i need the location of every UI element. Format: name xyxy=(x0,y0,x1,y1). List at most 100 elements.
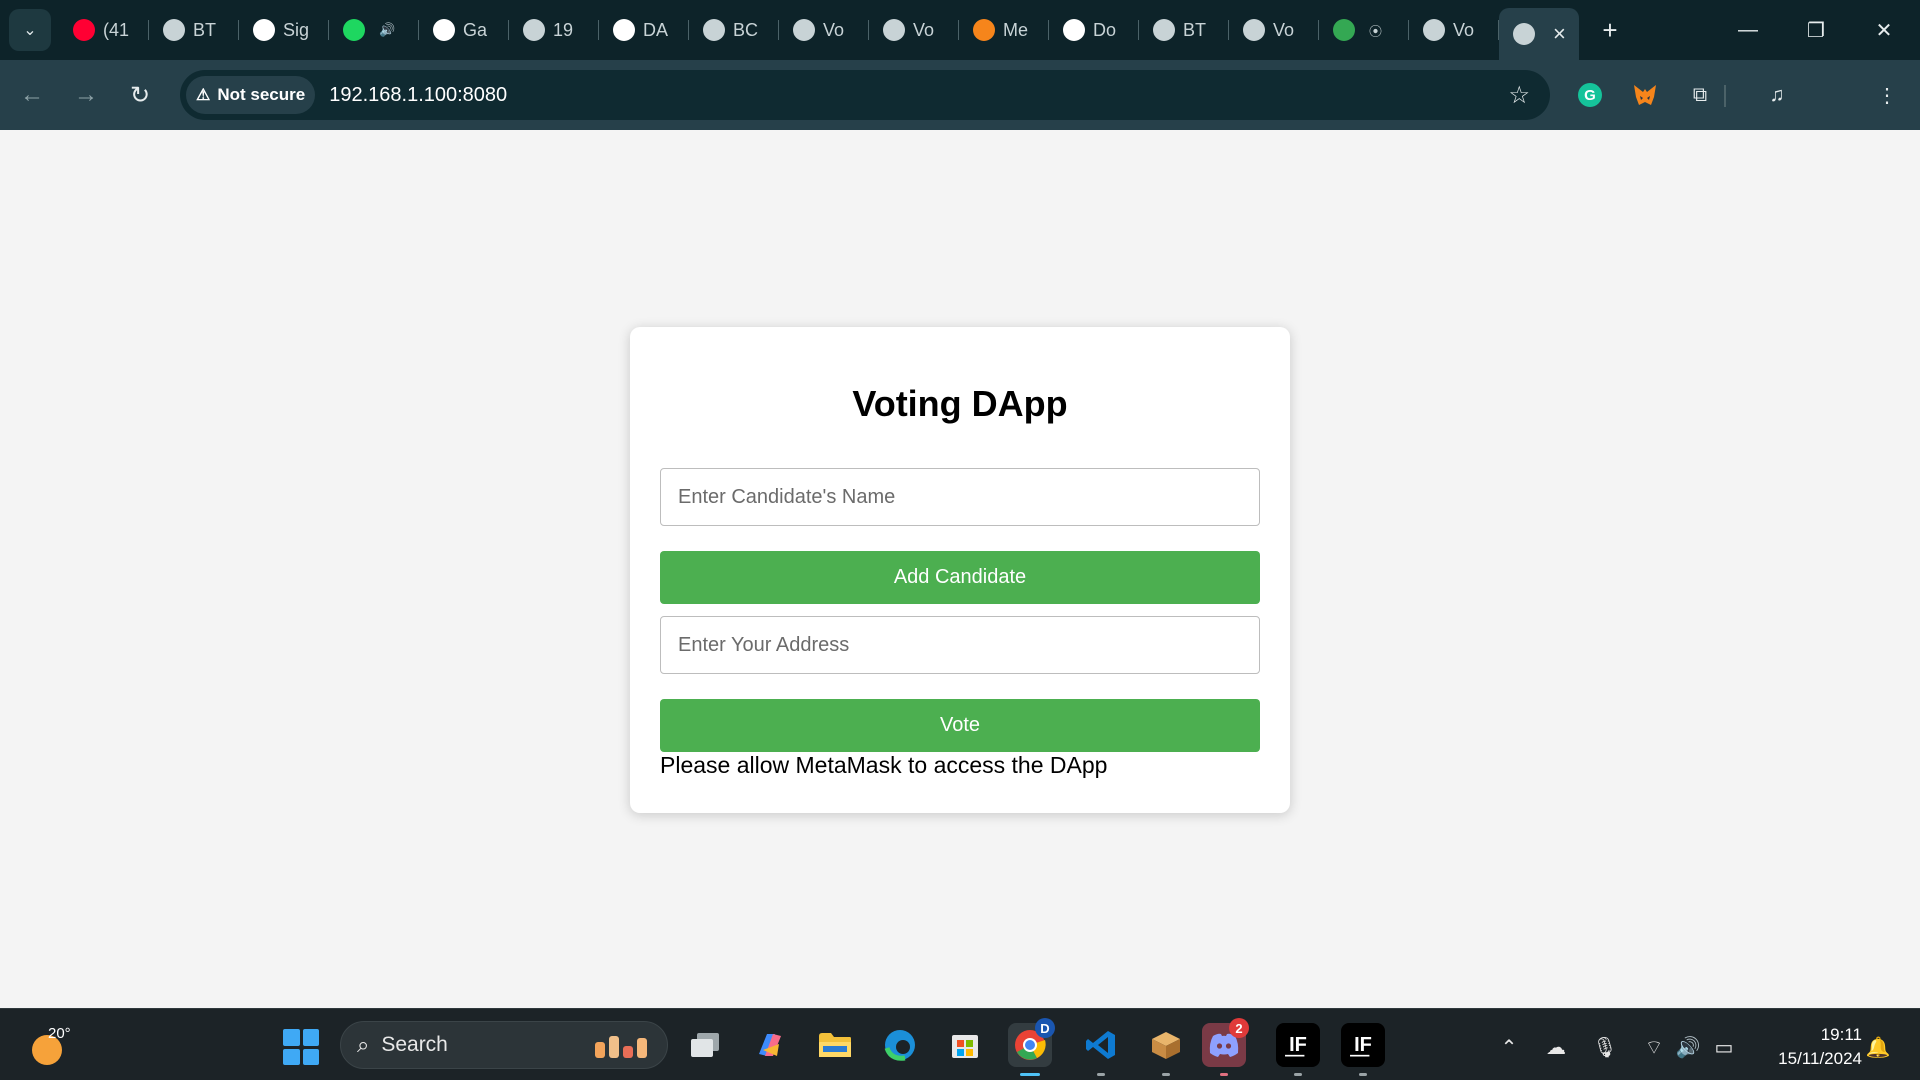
address-bar[interactable]: ⚠ Not secure 192.168.1.100:8080 ☆ xyxy=(180,70,1550,120)
search-highlight-icon xyxy=(595,1034,653,1058)
windows-logo-pane xyxy=(283,1029,300,1046)
menu-kebab-icon[interactable]: ⋮ xyxy=(1872,80,1902,110)
browser-tab[interactable]: Sig xyxy=(239,8,329,52)
browser-tab[interactable]: (41 xyxy=(59,8,149,52)
browser-tab[interactable]: Do xyxy=(1049,8,1139,52)
tab-title: BC xyxy=(733,19,759,40)
globe-icon xyxy=(163,19,185,41)
microsoft-store-icon[interactable] xyxy=(943,1023,987,1067)
tab-status-icon: ⦿ xyxy=(1369,23,1383,39)
globe-icon xyxy=(1243,19,1265,41)
browser-tab[interactable]: DA xyxy=(599,8,689,52)
browser-tab[interactable]: ⦿ xyxy=(1319,8,1409,52)
search-icon: ⌕ xyxy=(357,1032,370,1057)
close-icon: ✕ xyxy=(1875,19,1893,42)
browser-tab[interactable]: Vo xyxy=(1409,8,1499,52)
task-view-icon[interactable] xyxy=(683,1023,727,1067)
taskbar: 20° ⌕ Search D 2 I͟F I͟F ⌃ ☁ 🎙 ⌔ 🔊 ▭ 19:… xyxy=(0,1008,1920,1080)
running-indicator xyxy=(1359,1073,1367,1076)
terminal-app-icon-2[interactable]: I͟F xyxy=(1341,1023,1385,1076)
vote-button[interactable]: Vote xyxy=(660,699,1260,752)
wifi-icon[interactable]: ⌔ xyxy=(1640,1033,1668,1061)
plus-icon: + xyxy=(1602,14,1618,45)
taskbar-search-box[interactable]: ⌕ Search xyxy=(340,1021,668,1069)
globe-icon xyxy=(703,19,725,41)
restore-icon: ❐ xyxy=(1807,19,1825,42)
minimize-button[interactable]: — xyxy=(1716,0,1780,60)
onedrive-offline-icon[interactable]: ☁ xyxy=(1542,1033,1570,1061)
weather-widget[interactable]: 20° xyxy=(28,1023,71,1065)
back-button[interactable]: ← xyxy=(14,77,50,113)
package-app-icon[interactable] xyxy=(1144,1023,1188,1076)
taskbar-search-label: Search xyxy=(381,1033,448,1056)
browser-tab[interactable]: Vo xyxy=(1229,8,1319,52)
new-tab-button[interactable]: + xyxy=(1595,15,1625,46)
tab-title: Vo xyxy=(1453,19,1475,40)
close-tab-icon[interactable]: × xyxy=(1553,21,1566,47)
chrome-profile-badge: D xyxy=(1035,1018,1055,1038)
page-title: Voting DApp xyxy=(852,383,1068,424)
minimize-icon: — xyxy=(1738,18,1758,41)
browser-tab[interactable]: 19 xyxy=(509,8,599,52)
terminal-logo-icon: I͟F xyxy=(1354,1033,1372,1056)
terminal-app-icon[interactable]: I͟F xyxy=(1276,1023,1320,1076)
tab-title: Vo xyxy=(823,19,845,40)
battery-icon[interactable]: ▭ xyxy=(1710,1033,1738,1061)
taskbar-clock[interactable]: 19:11 15/11/2024 xyxy=(1752,1023,1862,1071)
tab-title: BT xyxy=(193,19,217,40)
candidate-name-input[interactable] xyxy=(660,468,1260,526)
browser-tab[interactable]: BT xyxy=(149,8,239,52)
security-chip[interactable]: ⚠ Not secure xyxy=(186,76,316,114)
browser-tab[interactable]: Ga xyxy=(419,8,509,52)
chevron-down-icon: ⌄ xyxy=(23,22,37,39)
browser-tab[interactable]: Me xyxy=(959,8,1049,52)
browser-tab[interactable]: Vo xyxy=(869,8,959,52)
extensions-puzzle-icon[interactable]: ⧉ xyxy=(1685,80,1715,110)
running-indicator xyxy=(1294,1073,1302,1076)
browser-tab[interactable]: Vo xyxy=(779,8,869,52)
toolbar-divider xyxy=(1724,85,1726,107)
restore-button[interactable]: ❐ xyxy=(1784,0,1848,60)
galaxy-icon xyxy=(433,19,455,41)
notification-bell-icon[interactable]: 🔔 xyxy=(1864,1033,1892,1061)
tab-title: Vo xyxy=(913,19,935,40)
close-window-button[interactable]: ✕ xyxy=(1852,0,1916,60)
browser-tab[interactable]: BC xyxy=(689,8,779,52)
active-browser-tab[interactable]: × xyxy=(1499,8,1579,60)
terminal-logo-icon: I͟F xyxy=(1289,1033,1307,1056)
arrow-right-icon: → xyxy=(74,81,98,108)
copilot-icon[interactable] xyxy=(748,1023,792,1067)
volume-icon[interactable]: 🔊 xyxy=(1674,1033,1702,1061)
media-controls-icon[interactable]: ♫ xyxy=(1762,80,1792,110)
microphone-icon[interactable]: 🎙 xyxy=(1591,1033,1619,1061)
status-message: Please allow MetaMask to access the DApp xyxy=(660,752,1108,778)
voter-address-input[interactable] xyxy=(660,616,1260,674)
start-button[interactable] xyxy=(283,1029,319,1065)
tab-title: Me xyxy=(1003,19,1029,40)
globe-icon xyxy=(883,19,905,41)
add-candidate-button[interactable]: Add Candidate xyxy=(660,551,1260,604)
show-hidden-icons-chevron-icon[interactable]: ⌃ xyxy=(1495,1033,1523,1061)
edge-browser-icon[interactable] xyxy=(878,1023,922,1067)
reload-button[interactable]: ↻ xyxy=(122,77,158,113)
grammarly-extension-icon[interactable]: G xyxy=(1575,80,1605,110)
running-indicator xyxy=(1097,1073,1105,1076)
browser-tab[interactable]: BT xyxy=(1139,8,1229,52)
browser-tab[interactable]: 🔊 xyxy=(329,8,419,52)
file-explorer-icon[interactable] xyxy=(813,1023,857,1067)
chrome-taskbar-icon[interactable]: D xyxy=(1008,1018,1055,1076)
forward-button[interactable]: → xyxy=(68,77,104,113)
meet-icon xyxy=(1333,19,1355,41)
openai-icon xyxy=(613,19,635,41)
url-text[interactable]: 192.168.1.100:8080 xyxy=(329,84,507,107)
bookmark-star-icon[interactable]: ☆ xyxy=(1508,81,1530,110)
discord-icon[interactable]: 2 xyxy=(1202,1018,1249,1076)
metamask-extension-icon[interactable] xyxy=(1630,80,1660,110)
warning-icon: ⚠ xyxy=(196,87,211,104)
globe-icon xyxy=(523,19,545,41)
tab-title: Do xyxy=(1093,19,1117,40)
vscode-icon[interactable] xyxy=(1079,1023,1123,1076)
tab-title: BT xyxy=(1183,19,1207,40)
tab-title: Vo xyxy=(1273,19,1295,40)
tab-search-button[interactable]: ⌄ xyxy=(9,9,51,51)
